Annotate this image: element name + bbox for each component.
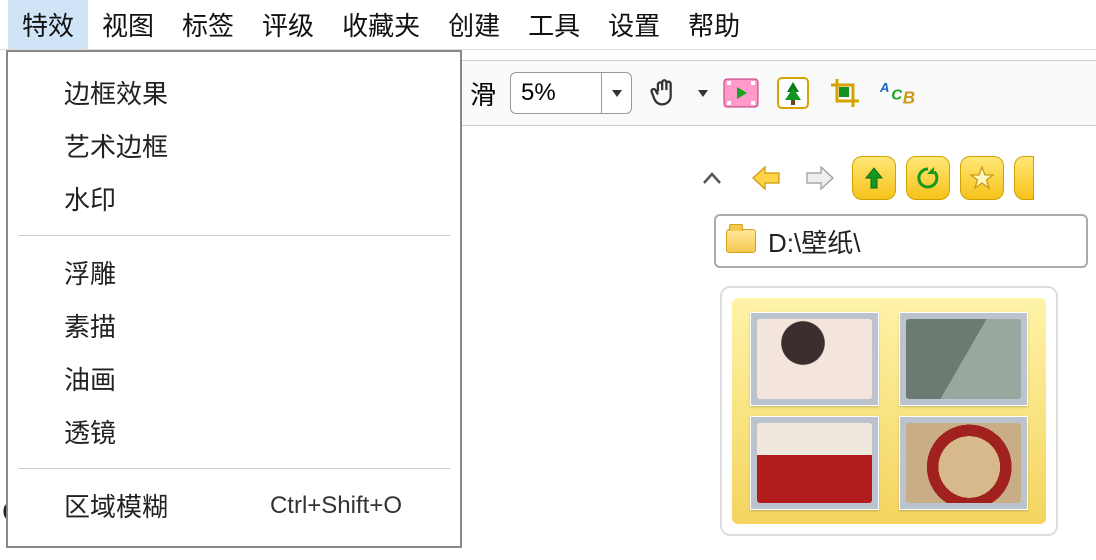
thumbnail-item[interactable] bbox=[899, 416, 1028, 510]
tree-image-icon[interactable] bbox=[774, 74, 812, 112]
forward-button[interactable] bbox=[798, 156, 842, 200]
menu-separator bbox=[18, 468, 450, 469]
slide-label: 滑 bbox=[470, 75, 496, 112]
zoom-value[interactable]: 5% bbox=[511, 79, 601, 107]
thumbnail-image bbox=[757, 423, 872, 503]
menu-tools[interactable]: 工具 bbox=[514, 0, 594, 49]
menu-view[interactable]: 视图 bbox=[88, 0, 168, 49]
mi-label: 水印 bbox=[64, 180, 116, 217]
pan-hand-icon[interactable] bbox=[646, 74, 684, 112]
pan-dropdown-icon[interactable] bbox=[698, 90, 708, 97]
thumbnail-image bbox=[757, 319, 872, 399]
path-bar[interactable]: D:\壁纸\ bbox=[714, 214, 1088, 268]
favorite-button[interactable] bbox=[960, 156, 1004, 200]
menu-help[interactable]: 帮助 bbox=[674, 0, 754, 49]
menu-rating[interactable]: 评级 bbox=[248, 0, 328, 49]
zoom-dropdown-button[interactable] bbox=[601, 72, 631, 114]
svg-text:A: A bbox=[879, 80, 890, 95]
thumbnail-image bbox=[906, 319, 1021, 399]
chevron-down-icon bbox=[698, 90, 708, 97]
nav-more-button[interactable] bbox=[1014, 156, 1034, 200]
folder-up-button[interactable] bbox=[852, 156, 896, 200]
folder-icon bbox=[726, 229, 756, 253]
mi-label: 区域模糊 bbox=[64, 487, 168, 524]
menubar: 特效 视图 标签 评级 收藏夹 创建 工具 设置 帮助 bbox=[0, 0, 1096, 50]
thumbnail-item[interactable] bbox=[750, 416, 879, 510]
mi-art-border[interactable]: 艺术边框 bbox=[8, 119, 460, 172]
menu-effects[interactable]: 特效 bbox=[8, 0, 88, 49]
thumbnail-item[interactable] bbox=[750, 312, 879, 406]
menu-settings[interactable]: 设置 bbox=[594, 0, 674, 49]
effects-dropdown: 边框效果 艺术边框 水印 浮雕 素描 油画 透镜 区域模糊 Ctrl+Shift… bbox=[6, 50, 462, 548]
thumbnail-grid bbox=[732, 298, 1046, 524]
menu-create[interactable]: 创建 bbox=[434, 0, 514, 49]
svg-text:C: C bbox=[891, 87, 903, 104]
scroll-up-button[interactable] bbox=[690, 156, 734, 200]
menu-separator bbox=[18, 235, 450, 236]
mi-label: 浮雕 bbox=[64, 254, 116, 291]
zoom-combo[interactable]: 5% bbox=[510, 72, 632, 114]
mi-watermark[interactable]: 水印 bbox=[8, 172, 460, 225]
mi-lens[interactable]: 透镜 bbox=[8, 405, 460, 458]
back-button[interactable] bbox=[744, 156, 788, 200]
thumbnail-item[interactable] bbox=[899, 312, 1028, 406]
mi-label: 透镜 bbox=[64, 413, 116, 450]
mi-label: 边框效果 bbox=[64, 74, 168, 111]
refresh-button[interactable] bbox=[906, 156, 950, 200]
mi-oilpaint[interactable]: 油画 bbox=[8, 352, 460, 405]
chevron-down-icon bbox=[612, 90, 622, 97]
toolbar: 滑 5% ACB bbox=[462, 60, 1096, 126]
thumbnail-image bbox=[906, 423, 1021, 503]
crop-icon[interactable] bbox=[826, 74, 864, 112]
abc-text-icon[interactable]: ACB bbox=[878, 74, 916, 112]
svg-text:B: B bbox=[903, 88, 915, 107]
mi-region-blur[interactable]: 区域模糊 Ctrl+Shift+O bbox=[8, 479, 460, 532]
mi-label: 油画 bbox=[64, 360, 116, 397]
filmstrip-play-icon[interactable] bbox=[722, 74, 760, 112]
mi-shortcut: Ctrl+Shift+O bbox=[270, 492, 430, 520]
mi-sketch[interactable]: 素描 bbox=[8, 299, 460, 352]
nav-row bbox=[680, 150, 1096, 206]
menu-fav[interactable]: 收藏夹 bbox=[328, 0, 434, 49]
mi-border-effect[interactable]: 边框效果 bbox=[8, 66, 460, 119]
menu-tags[interactable]: 标签 bbox=[168, 0, 248, 49]
mi-emboss[interactable]: 浮雕 bbox=[8, 246, 460, 299]
path-text: D:\壁纸\ bbox=[768, 223, 860, 260]
thumbnail-panel bbox=[720, 286, 1058, 536]
mi-label: 素描 bbox=[64, 307, 116, 344]
mi-label: 艺术边框 bbox=[64, 127, 168, 164]
